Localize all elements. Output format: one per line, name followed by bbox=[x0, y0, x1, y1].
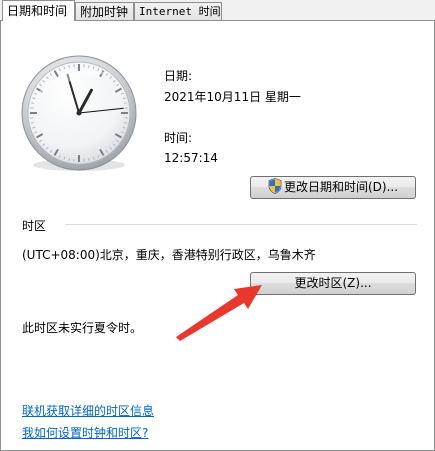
tab-date-time-label: 日期和时间 bbox=[7, 4, 68, 18]
online-timezone-info-link[interactable]: 联机获取详细的时区信息 bbox=[22, 402, 154, 419]
change-timezone-button-label: 更改时区(Z)... bbox=[294, 276, 372, 290]
clock-minute-tick bbox=[68, 157, 70, 162]
time-value: 12:57:14 bbox=[164, 151, 218, 165]
how-to-set-clock-link[interactable]: 我如何设置时钟和时区? bbox=[22, 424, 148, 441]
clock-minute-tick bbox=[88, 64, 90, 69]
date-label: 日期: bbox=[164, 69, 193, 83]
clock-minute-tick bbox=[123, 102, 128, 104]
change-date-time-button-label: 更改日期和时间(D)... bbox=[283, 180, 399, 194]
clock-minute-tick bbox=[30, 122, 35, 124]
timezone-divider bbox=[65, 224, 417, 225]
analog-clock-icon bbox=[21, 55, 137, 171]
uac-shield-icon bbox=[268, 178, 282, 194]
timezone-section-label: 时区 bbox=[22, 219, 47, 233]
tab-additional-clocks-label: 附加时钟 bbox=[80, 5, 129, 19]
tab-date-time[interactable]: 日期和时间 bbox=[2, 0, 75, 21]
clock-minute-tick bbox=[123, 122, 128, 124]
clock-minute-tick bbox=[88, 157, 90, 162]
clock-minute-tick bbox=[30, 102, 35, 104]
time-label: 时间: bbox=[164, 131, 193, 145]
tab-internet-time-label: Internet 时间 bbox=[139, 5, 221, 18]
date-value: 2021年10月11日 星期一 bbox=[164, 90, 301, 104]
dst-note: 此时区未实行夏令时。 bbox=[22, 321, 143, 335]
timezone-value: (UTC+08:00)北京，重庆，香港特别行政区，乌鲁木齐 bbox=[22, 248, 316, 262]
tab-strip: 日期和时间 附加时钟 Internet 时间 bbox=[0, 0, 435, 21]
change-timezone-button[interactable]: 更改时区(Z)... bbox=[250, 272, 416, 295]
clock-minute-tick bbox=[68, 64, 70, 69]
tab-internet-time[interactable]: Internet 时间 bbox=[134, 2, 222, 20]
tab-additional-clocks[interactable]: 附加时钟 bbox=[75, 2, 134, 20]
change-date-time-button[interactable]: 更改日期和时间(D)... bbox=[250, 176, 416, 199]
